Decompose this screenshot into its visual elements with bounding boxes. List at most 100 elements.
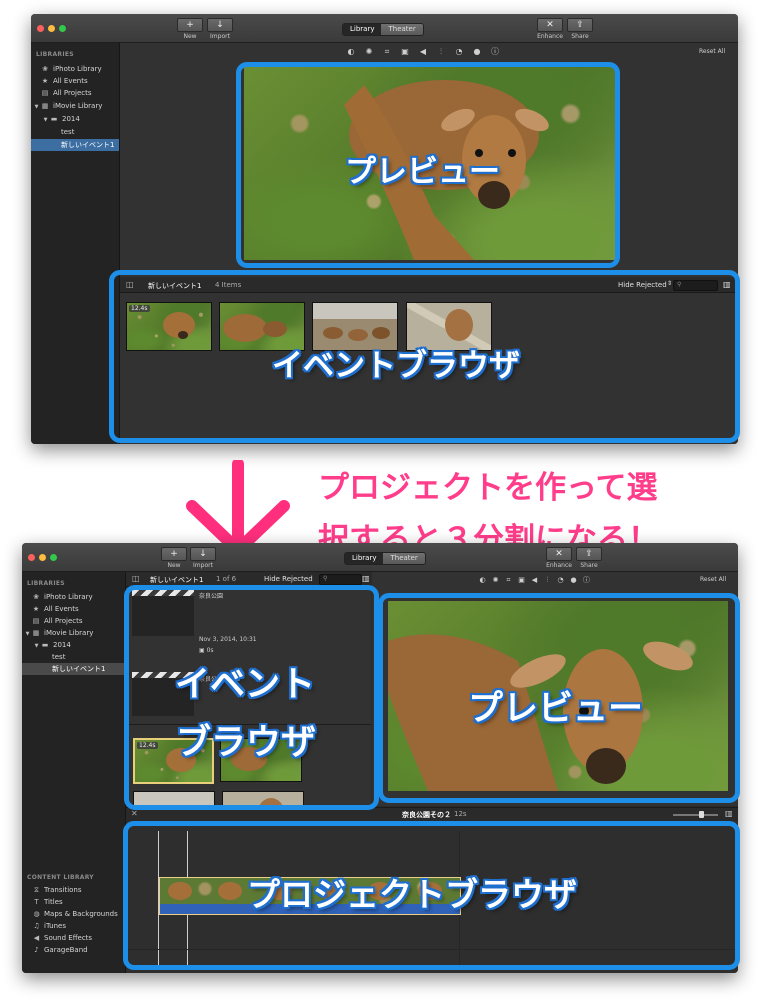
share-button[interactable]: ⇪ Share xyxy=(576,547,602,569)
speed-icon[interactable]: ◔ xyxy=(554,576,567,584)
adjustment-toolbar: ◐ ✺ ⌗ ▣ ◀ ⫶ ◔ ● ⓘ xyxy=(476,575,593,585)
minimize-window-button[interactable] xyxy=(39,554,46,561)
grid-icon: ▦ xyxy=(41,102,49,110)
stabilization-icon[interactable]: ▣ xyxy=(396,47,414,56)
minimize-window-button[interactable] xyxy=(48,25,55,32)
sidebar-item-new-event[interactable]: 新しいイベント1 xyxy=(22,663,125,675)
libraries-sidebar: LIBRARIES ❀ iPhoto Library ★ All Events ▤ A… xyxy=(31,43,120,444)
transitions-icon: ⧖ xyxy=(34,886,39,894)
content-item-maps[interactable]: ◍ Maps & Backgrounds xyxy=(22,908,125,920)
noise-reduction-icon[interactable]: ⫶ xyxy=(541,576,554,585)
content-item-titles[interactable]: T Titles xyxy=(22,896,125,908)
disclosure-triangle-icon: ▼ xyxy=(43,117,48,123)
tab-theater[interactable]: Theater xyxy=(383,553,425,564)
volume-icon[interactable]: ◀ xyxy=(528,576,541,584)
noise-reduction-icon[interactable]: ⫶ xyxy=(432,47,450,57)
enhance-button[interactable]: ✕ Enhance xyxy=(546,547,572,569)
event-browser-label-line2: ブラウザ xyxy=(176,723,317,763)
star-icon: ★ xyxy=(41,77,49,85)
sidebar-item-all-events[interactable]: ★ All Events xyxy=(31,75,119,87)
music-icon: ♫ xyxy=(33,922,40,930)
sidebar-item-imovie-library[interactable]: ▼ ▦ iMovie Library xyxy=(22,627,125,639)
libraries-header: LIBRARIES xyxy=(36,51,74,58)
event-title: 新しいイベント1 xyxy=(150,576,204,584)
sidebar-toggle-icon[interactable]: ◫ xyxy=(132,574,140,583)
zoom-window-button[interactable] xyxy=(59,25,66,32)
close-window-button[interactable] xyxy=(28,554,35,561)
sidebar-item-all-events[interactable]: ★ All Events xyxy=(22,603,125,615)
plus-icon: + xyxy=(161,547,187,561)
sidebar-item-iphoto-library[interactable]: ❀ iPhoto Library xyxy=(22,591,125,603)
callout-line-1: プロジェクトを作って選 xyxy=(318,470,658,506)
close-icon[interactable]: ✕ xyxy=(131,809,138,818)
content-item-garageband[interactable]: ♪ GarageBand xyxy=(22,944,125,956)
iphoto-icon: ❀ xyxy=(42,65,48,73)
zoom-window-button[interactable] xyxy=(50,554,57,561)
reset-all-button[interactable]: Reset All xyxy=(699,48,725,55)
content-item-itunes[interactable]: ♫ iTunes xyxy=(22,920,125,932)
color-balance-icon[interactable]: ◐ xyxy=(476,576,489,584)
crop-icon[interactable]: ⌗ xyxy=(378,47,396,57)
new-button[interactable]: + New xyxy=(177,18,203,40)
library-theater-toggle: Library Theater xyxy=(342,23,424,36)
project-title: 奈良公園その２ xyxy=(402,811,451,819)
tab-theater[interactable]: Theater xyxy=(381,24,423,35)
sidebar-item-2014[interactable]: ▼ ▬ 2014 xyxy=(22,639,125,651)
filter-icon[interactable]: ● xyxy=(468,47,486,56)
sidebar-item-new-event[interactable]: 新しいイベント1 xyxy=(31,139,119,151)
enhance-button[interactable]: ✕ Enhance xyxy=(537,18,563,40)
magic-wand-icon: ✕ xyxy=(537,18,563,32)
filter-icon[interactable]: ● xyxy=(567,576,580,584)
import-arrow-icon: ↓ xyxy=(190,547,216,561)
new-button[interactable]: + New xyxy=(161,547,187,569)
import-button[interactable]: ↓ Import xyxy=(190,547,216,569)
preview-label: プレビュー xyxy=(345,154,500,190)
tab-library[interactable]: Library xyxy=(345,553,384,564)
sidebar-item-test[interactable]: test xyxy=(22,651,125,663)
film-icon: ▤ xyxy=(32,617,40,625)
sidebar-item-test[interactable]: test xyxy=(31,126,119,138)
sidebar-item-2014[interactable]: ▼ ▬ 2014 xyxy=(31,113,119,125)
folder-icon: ▬ xyxy=(41,641,49,649)
libraries-sidebar: LIBRARIES ❀ iPhoto Library ★ All Events ▤ A… xyxy=(22,572,126,973)
library-theater-toggle: Library Theater xyxy=(344,552,426,565)
event-browser-label: イベントブラウザ xyxy=(272,348,520,384)
project-length: 12s xyxy=(454,810,467,818)
disclosure-triangle-icon: ▼ xyxy=(34,104,39,110)
color-correction-icon[interactable]: ✺ xyxy=(360,47,378,56)
filmstrip-icon[interactable]: ▥ xyxy=(725,809,733,818)
sidebar-item-imovie-library[interactable]: ▼ ▦ iMovie Library xyxy=(31,100,119,112)
stabilization-icon[interactable]: ▣ xyxy=(515,576,528,584)
import-arrow-icon: ↓ xyxy=(207,18,233,32)
content-library-header: CONTENT LIBRARY xyxy=(27,874,94,881)
zoom-slider[interactable] xyxy=(673,811,718,818)
star-icon: ★ xyxy=(32,605,40,613)
import-button[interactable]: ↓ Import xyxy=(207,18,233,40)
project-browser-label: プロジェクトブラウザ xyxy=(247,875,577,914)
title-bar: + New ↓ Import Library Theater ✕ Enhance… xyxy=(31,14,738,43)
info-icon[interactable]: ⓘ xyxy=(580,575,593,585)
search-input[interactable]: ⚲ xyxy=(319,574,362,585)
titles-icon: T xyxy=(34,898,39,906)
tab-library[interactable]: Library xyxy=(343,24,382,35)
hide-rejected-select[interactable]: Hide Rejected xyxy=(264,575,313,583)
color-balance-icon[interactable]: ◐ xyxy=(342,47,360,56)
color-correction-icon[interactable]: ✺ xyxy=(489,576,502,584)
adjustment-toolbar: ◐ ✺ ⌗ ▣ ◀ ⫶ ◔ ● ⓘ xyxy=(342,46,504,57)
sidebar-item-iphoto-library[interactable]: ❀ iPhoto Library xyxy=(31,63,119,75)
sidebar-item-all-projects[interactable]: ▤ All Projects xyxy=(22,615,125,627)
content-item-sound-effects[interactable]: ◀ Sound Effects xyxy=(22,932,125,944)
close-window-button[interactable] xyxy=(37,25,44,32)
zoom-slider-knob[interactable] xyxy=(699,811,704,818)
filmstrip-icon[interactable]: ▥ xyxy=(362,574,370,583)
volume-icon[interactable]: ◀ xyxy=(414,47,432,56)
sidebar-item-all-projects[interactable]: ▤ All Projects xyxy=(31,87,119,99)
share-button[interactable]: ⇪ Share xyxy=(567,18,593,40)
speed-icon[interactable]: ◔ xyxy=(450,47,468,56)
crop-icon[interactable]: ⌗ xyxy=(502,576,515,585)
reset-all-button[interactable]: Reset All xyxy=(700,576,726,583)
page-indicator: 1 of 6 xyxy=(216,575,237,583)
content-item-transitions[interactable]: ⧖ Transitions xyxy=(22,884,125,896)
event-browser-label-line1: イベント xyxy=(175,665,316,705)
info-icon[interactable]: ⓘ xyxy=(486,46,504,57)
